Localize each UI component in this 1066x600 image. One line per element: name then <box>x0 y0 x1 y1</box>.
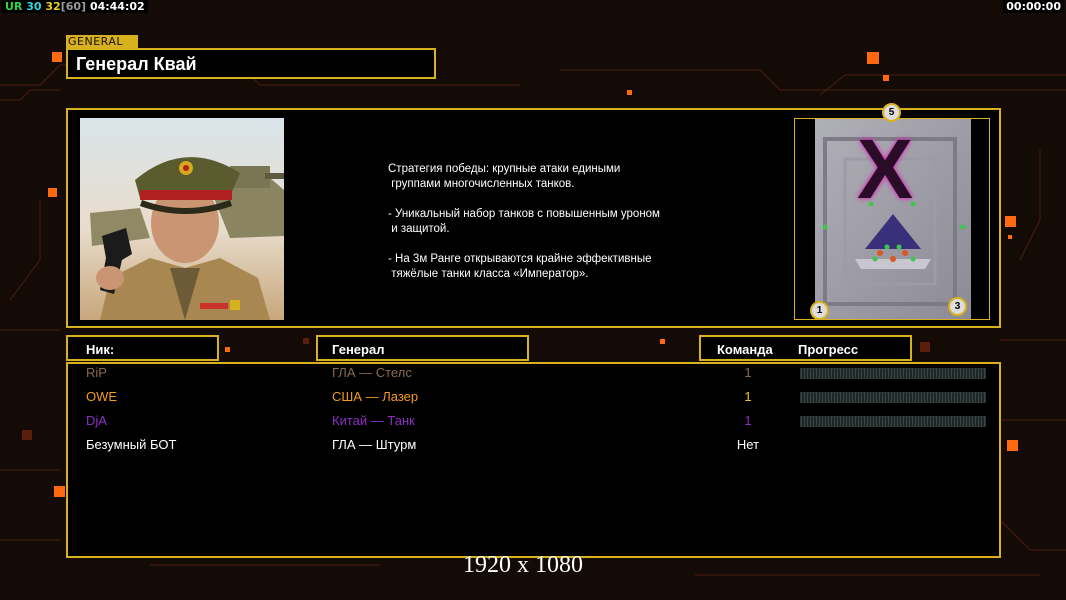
start-slot-5[interactable]: 5 <box>882 103 901 122</box>
player-team[interactable]: Нет <box>700 437 796 452</box>
player-general[interactable]: США — Лазер <box>332 389 418 404</box>
map-preview[interactable]: X <box>794 118 990 320</box>
player-nick: OWE <box>86 389 118 404</box>
table-row[interactable]: RiP ГЛА — Стелс 1 <box>70 365 997 385</box>
player-team[interactable]: 1 <box>700 413 796 428</box>
description-line: Стратегия победы: крупные атаки едиными <box>388 163 621 175</box>
start-slot-3[interactable]: 3 <box>948 297 967 316</box>
game-timer: 00:00:00 <box>1003 0 1064 13</box>
loading-progress-bar <box>800 416 986 427</box>
description-line: - На 3м Ранге открываются крайне эффекти… <box>388 253 652 265</box>
fps-overlay: UR 30 32[60] 04:44:02 <box>2 0 148 13</box>
player-general[interactable]: ГЛА — Стелс <box>332 365 412 380</box>
overlay-clock: 04:44:02 <box>89 0 145 13</box>
progress-header-label: Прогресс <box>798 342 859 357</box>
team-header-label: Команда <box>717 342 773 357</box>
player-team[interactable]: 1 <box>700 389 796 404</box>
resolution-label: 1920 x 1080 <box>463 552 583 578</box>
general-description: Стратегия победы: крупные атаки едиными … <box>388 162 718 282</box>
table-row[interactable]: DjA Китай — Танк 1 <box>70 413 997 433</box>
overlay-label: UR <box>5 0 23 13</box>
player-team[interactable]: 1 <box>700 365 796 380</box>
player-nick: RiP <box>86 365 107 380</box>
team-progress-header: Команда Прогресс <box>699 335 912 361</box>
player-nick: Безумный БОТ <box>86 437 177 452</box>
description-line: и защитой. <box>388 223 450 235</box>
description-line <box>388 237 718 252</box>
description-line: - Уникальный набор танков с повышенным у… <box>388 208 660 220</box>
table-row[interactable]: Безумный БОТ ГЛА — Штурм Нет <box>70 437 997 457</box>
nick-column-header: Ник: <box>66 335 219 361</box>
general-column-header: Генерал <box>316 335 529 361</box>
loading-progress-bar <box>800 392 986 403</box>
loading-progress-bar <box>800 368 986 379</box>
general-name: Генерал Квай <box>76 54 197 74</box>
start-slot-1[interactable]: 1 <box>810 301 829 320</box>
nick-header-label: Ник: <box>86 342 115 357</box>
player-general[interactable]: ГЛА — Штурм <box>332 437 416 452</box>
overlay-value-1: 30 <box>26 0 42 13</box>
table-row[interactable]: OWE США — Лазер 1 <box>70 389 997 409</box>
overlay-value-2: 32 <box>45 0 61 13</box>
player-nick: DjA <box>86 413 107 428</box>
general-header-label: Генерал <box>332 342 385 357</box>
general-title-box: Генерал Квай <box>66 48 436 79</box>
description-line: тяжёлые танки класса «Император». <box>388 268 589 280</box>
general-portrait <box>80 118 284 320</box>
description-line <box>388 192 718 207</box>
description-line: группами многочисленных танков. <box>388 178 575 190</box>
general-tag: GENERAL <box>66 35 138 48</box>
overlay-value-3: [60] <box>60 0 87 13</box>
player-general[interactable]: Китай — Танк <box>332 413 415 428</box>
map-letter-x: X <box>857 122 914 216</box>
